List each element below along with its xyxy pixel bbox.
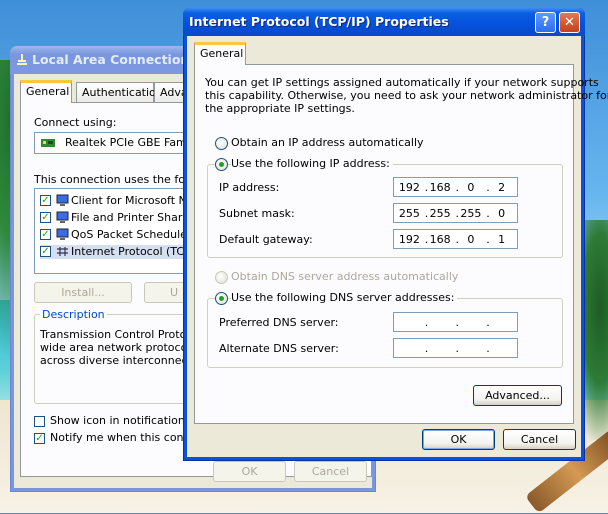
connect-using-label: Connect using: bbox=[34, 116, 117, 129]
protocol-icon bbox=[56, 246, 69, 260]
ip-octet: 0 bbox=[467, 180, 475, 194]
ip-octet: 0 bbox=[467, 232, 475, 246]
lan-tab-general[interactable]: General bbox=[20, 80, 72, 103]
install-button[interactable]: Install... bbox=[34, 282, 132, 303]
ip-octet: 168 bbox=[429, 180, 451, 194]
ip-octet: 192 bbox=[398, 180, 420, 194]
lan-window-title: Local Area Connection 2 bbox=[32, 52, 203, 67]
preferred-dns-field[interactable]: . . . bbox=[393, 312, 518, 332]
description-label: Description bbox=[40, 308, 107, 321]
ip-octet: 192 bbox=[398, 232, 420, 246]
component-label: QoS Packet Schedule bbox=[71, 228, 187, 241]
intro-text-line: this capability. Otherwise, you need to … bbox=[205, 89, 608, 102]
use-following-ip-radio[interactable] bbox=[215, 158, 228, 171]
qos-icon bbox=[56, 228, 69, 243]
components-label: This connection uses the follow bbox=[34, 173, 207, 186]
component-label: File and Printer Sharin bbox=[71, 211, 193, 224]
close-icon[interactable]: ✕ bbox=[559, 12, 580, 33]
component-item[interactable]: ✓ File and Printer Sharin bbox=[40, 211, 200, 225]
component-item[interactable]: ✓ Client for Microsoft Ne bbox=[40, 194, 200, 208]
help-icon[interactable]: ? bbox=[535, 12, 556, 33]
printer-share-icon bbox=[56, 211, 69, 226]
lan-ok-button[interactable]: OK bbox=[213, 461, 286, 482]
obtain-ip-auto-label: Obtain an IP address automatically bbox=[231, 136, 424, 149]
show-icon-checkbox[interactable]: ✓ bbox=[34, 416, 45, 427]
use-following-dns-radio[interactable] bbox=[215, 292, 228, 305]
component-label: Client for Microsoft Ne bbox=[71, 194, 194, 207]
lan-cancel-button[interactable]: Cancel bbox=[294, 461, 367, 482]
description-line: wide area network protocol t bbox=[40, 341, 199, 354]
subnet-mask-field[interactable]: 255. 255. 255. 0 bbox=[393, 203, 518, 223]
ip-octet: 255 bbox=[460, 206, 482, 220]
default-gateway-field[interactable]: 192. 168. 0. 1 bbox=[393, 229, 518, 249]
tcpip-properties-window: Internet Protocol (TCP/IP) Properties ? … bbox=[183, 8, 608, 461]
ip-octet: 0 bbox=[498, 206, 506, 220]
obtain-dns-auto-label: Obtain DNS server address automatically bbox=[231, 270, 459, 283]
component-label: Internet Protocol (TCP bbox=[71, 245, 191, 258]
ip-octet: 2 bbox=[498, 180, 506, 194]
intro-text-line: the appropriate IP settings. bbox=[205, 102, 355, 115]
adapter-box: Realtek PCIe GBE Famil bbox=[34, 132, 204, 154]
description-line: across diverse interconnecte bbox=[40, 354, 199, 367]
client-icon bbox=[56, 194, 69, 209]
alternate-dns-field[interactable]: . . . bbox=[393, 338, 518, 358]
ip-octet: 168 bbox=[429, 232, 451, 246]
notify-label: Notify me when this connec bbox=[50, 431, 204, 444]
tcpip-client-area: General You can get IP settings assigned… bbox=[187, 36, 608, 457]
component-checkbox[interactable]: ✓ bbox=[40, 212, 51, 223]
ip-address-label: IP address: bbox=[219, 181, 280, 194]
obtain-ip-auto-radio[interactable] bbox=[215, 137, 228, 150]
ip-octet: 255 bbox=[429, 206, 451, 220]
component-item[interactable]: ✓ Internet Protocol (TCP bbox=[40, 245, 200, 259]
component-item[interactable]: ✓ QoS Packet Schedule bbox=[40, 228, 200, 242]
obtain-dns-auto-radio[interactable] bbox=[215, 271, 228, 284]
ip-octet: 1 bbox=[498, 232, 506, 246]
use-following-dns-label: Use the following DNS server addresses: bbox=[231, 291, 458, 304]
description-line: Transmission Control Protoco bbox=[40, 328, 200, 341]
notify-checkbox[interactable]: ✓ bbox=[34, 433, 45, 444]
cancel-button[interactable]: Cancel bbox=[503, 429, 576, 450]
tcpip-window-title: Internet Protocol (TCP/IP) Properties bbox=[189, 14, 449, 29]
network-icon bbox=[16, 53, 28, 65]
use-following-ip-label: Use the following IP address: bbox=[231, 157, 393, 170]
preferred-dns-label: Preferred DNS server: bbox=[219, 316, 339, 329]
component-checkbox[interactable]: ✓ bbox=[40, 246, 51, 257]
component-checkbox[interactable]: ✓ bbox=[40, 195, 51, 206]
tcpip-tab-general[interactable]: General bbox=[194, 42, 246, 65]
subnet-mask-label: Subnet mask: bbox=[219, 207, 295, 220]
intro-text-line: You can get IP settings assigned automat… bbox=[205, 76, 599, 89]
alternate-dns-label: Alternate DNS server: bbox=[219, 342, 339, 355]
network-card-icon bbox=[40, 137, 56, 152]
default-gateway-label: Default gateway: bbox=[219, 233, 313, 246]
adapter-name: Realtek PCIe GBE Famil bbox=[65, 136, 193, 149]
component-checkbox[interactable]: ✓ bbox=[40, 229, 51, 240]
advanced-button[interactable]: Advanced... bbox=[473, 385, 562, 406]
ip-octet: 255 bbox=[398, 206, 420, 220]
ok-button[interactable]: OK bbox=[422, 429, 495, 450]
ip-address-field[interactable]: 192. 168. 0. 2 bbox=[393, 177, 518, 197]
lan-tab-authentication[interactable]: Authentication bbox=[76, 82, 163, 102]
tcpip-titlebar[interactable]: Internet Protocol (TCP/IP) Properties ? … bbox=[183, 8, 585, 36]
